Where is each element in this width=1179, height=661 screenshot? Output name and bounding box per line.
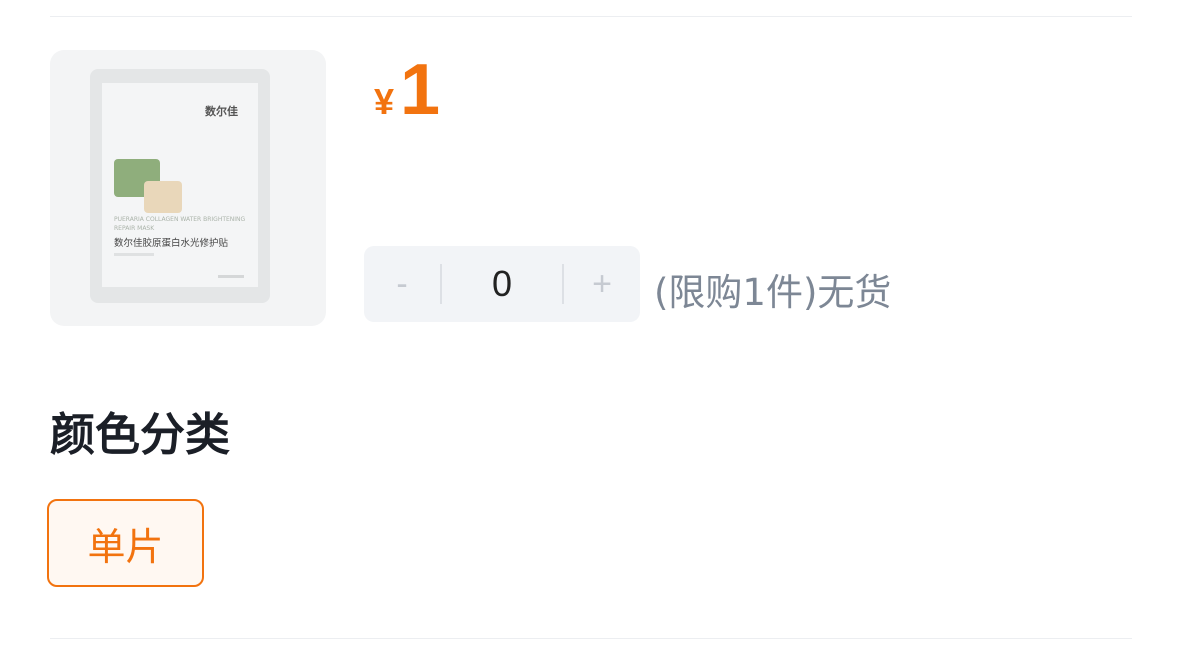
variant-option-single[interactable]: 单片: [47, 499, 204, 587]
top-divider: [50, 16, 1132, 17]
sku-picker: 数尔佳 PUERARIA COLLAGEN WATER BRIGHTENING …: [0, 0, 1179, 661]
bottom-divider: [50, 638, 1132, 639]
product-image[interactable]: 数尔佳 PUERARIA COLLAGEN WATER BRIGHTENING …: [50, 50, 326, 326]
sachet-logo-beige: [144, 181, 182, 213]
variant-section-title: 颜色分类: [50, 408, 231, 461]
currency-symbol: ¥: [374, 81, 395, 122]
increment-button[interactable]: +: [564, 246, 640, 322]
price: ¥ 1: [374, 50, 440, 130]
purchase-limit-status: (限购1件)无货: [654, 271, 892, 314]
sachet-illustration: 数尔佳 PUERARIA COLLAGEN WATER BRIGHTENING …: [90, 69, 270, 303]
sachet-latin-name: PUERARIA COLLAGEN WATER BRIGHTENING REPA…: [114, 216, 246, 232]
price-amount: 1: [400, 50, 441, 130]
sachet-cn-name: 数尔佳胶原蛋白水光修护贴: [114, 238, 229, 249]
quantity-stepper: - 0 +: [364, 246, 640, 322]
decrement-button[interactable]: -: [364, 246, 440, 322]
sachet-brand: 数尔佳: [205, 105, 238, 118]
quantity-value[interactable]: 0: [442, 263, 562, 305]
